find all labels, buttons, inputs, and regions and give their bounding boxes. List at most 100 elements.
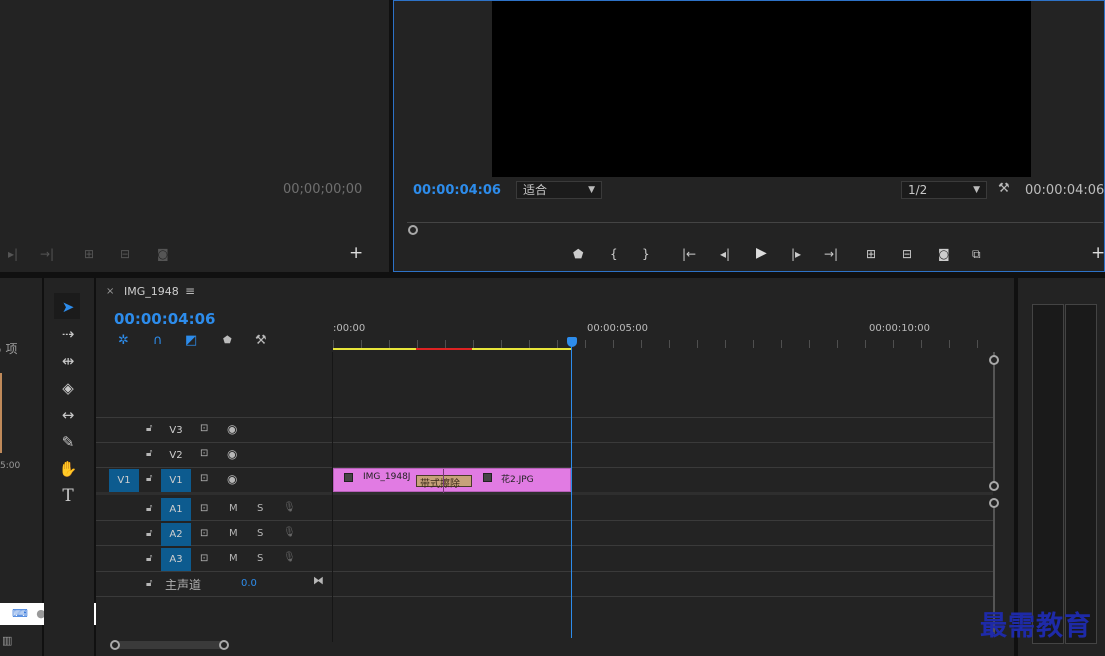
go-to-out-icon[interactable]: →|	[40, 247, 54, 261]
linked-selection-icon[interactable]: ◩	[185, 333, 197, 348]
program-ruler[interactable]	[407, 211, 1103, 223]
zoom-handle-right[interactable]	[219, 640, 229, 650]
program-duration: 00:00:04:06	[1025, 183, 1105, 198]
add-marker-icon[interactable]: ⬟	[223, 335, 232, 346]
selection-tool-icon[interactable]: ➤	[55, 295, 81, 319]
zoom-handle-left[interactable]	[110, 640, 120, 650]
media-thumbnail[interactable]	[0, 373, 2, 453]
marker-icon[interactable]: ⬟	[573, 247, 583, 261]
ruler-label: :00:00	[333, 323, 366, 334]
track-a3-toggle[interactable]: A3	[161, 548, 191, 571]
microphone-icon[interactable]: 🎙︎	[283, 527, 296, 538]
mark-in-icon[interactable]: {	[610, 247, 618, 261]
nest-icon[interactable]: ✲	[118, 333, 129, 348]
lock-icon[interactable]: 🔓︎	[146, 578, 152, 589]
edit-point	[443, 469, 444, 493]
sync-lock-icon[interactable]: ⊡	[200, 473, 208, 484]
track-divider	[96, 492, 993, 495]
video-scrollbar[interactable]	[993, 352, 995, 490]
lock-icon[interactable]: 🔓︎	[146, 503, 152, 514]
insert-icon[interactable]: ⊞	[84, 247, 94, 261]
source-patch-v1[interactable]: V1	[109, 469, 139, 492]
sync-lock-icon[interactable]: ⊡	[200, 423, 208, 434]
slip-tool-icon[interactable]: ↔	[55, 403, 81, 427]
wrench-icon[interactable]: ⚒	[998, 182, 1010, 196]
add-button-icon[interactable]: +	[1091, 245, 1105, 262]
lock-icon[interactable]: 🔓︎	[146, 448, 152, 459]
compare-icon[interactable]: ⧉	[972, 247, 981, 261]
transition-label: 带式擦除	[420, 479, 460, 490]
time-ruler[interactable]: :00:00 00:00:05:00 00:00:10:00	[333, 318, 993, 350]
go-to-end-icon[interactable]: ⧓	[313, 574, 324, 587]
mute-button[interactable]: M	[229, 528, 238, 539]
lock-icon[interactable]: 🔓︎	[146, 473, 152, 484]
lock-icon[interactable]: 🔓︎	[146, 423, 152, 434]
scroll-handle[interactable]	[989, 355, 999, 365]
zoom-scrollbar[interactable]	[114, 641, 224, 649]
hand-tool-icon[interactable]: ✋	[55, 457, 81, 481]
lift-icon[interactable]: ⊞	[866, 247, 876, 261]
microphone-icon[interactable]: 🎙︎	[283, 502, 296, 513]
track-content-area	[333, 352, 993, 642]
program-timecode[interactable]: 00:00:04:06	[413, 183, 501, 198]
track-a1-toggle[interactable]: A1	[161, 498, 191, 521]
go-to-in-icon[interactable]: |←	[682, 247, 696, 261]
solo-button[interactable]: S	[257, 528, 263, 539]
close-tab-icon[interactable]: ×	[106, 286, 114, 297]
mark-out-icon[interactable]: }	[642, 247, 650, 261]
fit-select[interactable]: 适合 ▼	[516, 181, 602, 199]
eye-icon[interactable]: ◉	[227, 447, 237, 461]
eye-icon[interactable]: ◉	[227, 422, 237, 436]
playhead-line[interactable]	[571, 346, 572, 638]
track-select-tool-icon[interactable]: ⇢	[55, 322, 81, 346]
solo-button[interactable]: S	[257, 503, 263, 514]
scroll-handle[interactable]	[989, 498, 999, 508]
sync-lock-icon[interactable]: ⊡	[200, 528, 208, 539]
track-a2-toggle[interactable]: A2	[161, 523, 191, 546]
microphone-icon[interactable]: 🎙︎	[283, 552, 296, 563]
sequence-tab[interactable]: IMG_1948	[124, 285, 179, 298]
play-icon[interactable]: ▶	[756, 246, 767, 260]
step-forward-icon[interactable]: |▸	[791, 247, 801, 261]
keyboard-icon[interactable]: ⌨	[12, 607, 28, 621]
quality-select[interactable]: 1/2 ▼	[901, 181, 987, 199]
settings-wrench-icon[interactable]: ⚒	[255, 333, 267, 348]
playhead-marker[interactable]	[567, 337, 577, 347]
video-preview[interactable]	[492, 1, 1031, 177]
sync-lock-icon[interactable]: ⊡	[200, 503, 208, 514]
source-timecode[interactable]: 00;00;00;00	[283, 182, 362, 197]
camera-icon[interactable]: ◙	[157, 247, 169, 261]
track-v1-toggle[interactable]: V1	[161, 469, 191, 492]
play-in-to-out-icon[interactable]: ▸|	[8, 247, 18, 261]
pen-tool-icon[interactable]: ✎	[55, 430, 81, 454]
overwrite-icon[interactable]: ⊟	[120, 247, 130, 261]
solo-button[interactable]: S	[257, 553, 263, 564]
step-back-icon[interactable]: ◂|	[720, 247, 730, 261]
eye-icon[interactable]: ◉	[227, 472, 237, 486]
transition-block[interactable]: 带式擦除	[416, 475, 472, 490]
sync-lock-icon[interactable]: ⊡	[200, 553, 208, 564]
track-v3-toggle[interactable]: V3	[161, 419, 191, 442]
snap-icon[interactable]: ∩	[153, 333, 163, 348]
ripple-edit-tool-icon[interactable]: ⇹	[55, 349, 81, 373]
mute-button[interactable]: M	[229, 503, 238, 514]
playhead-handle[interactable]	[408, 225, 418, 235]
video-clip-1[interactable]: IMG_1948J 带式擦除 花2.JPG	[333, 468, 571, 493]
export-frame-icon[interactable]: ◙	[938, 247, 950, 261]
razor-tool-icon[interactable]: ◈	[55, 376, 81, 400]
lock-icon[interactable]: 🔓︎	[146, 553, 152, 564]
project-item-count: 5 项	[0, 342, 18, 356]
add-button-icon[interactable]: +	[349, 245, 363, 262]
timeline-timecode[interactable]: 00:00:04:06	[114, 310, 216, 328]
track-v2-toggle[interactable]: V2	[161, 444, 191, 467]
type-tool-icon[interactable]: T	[55, 484, 81, 508]
trash-icon[interactable]: ▥	[2, 634, 12, 647]
tab-menu-icon[interactable]: ≡	[185, 284, 195, 298]
extract-icon[interactable]: ⊟	[902, 247, 912, 261]
lock-icon[interactable]: 🔓︎	[146, 528, 152, 539]
master-volume-value[interactable]: 0.0	[241, 578, 257, 589]
go-to-out-icon[interactable]: →|	[824, 247, 838, 261]
mute-button[interactable]: M	[229, 553, 238, 564]
sync-lock-icon[interactable]: ⊡	[200, 448, 208, 459]
scroll-handle[interactable]	[989, 481, 999, 491]
